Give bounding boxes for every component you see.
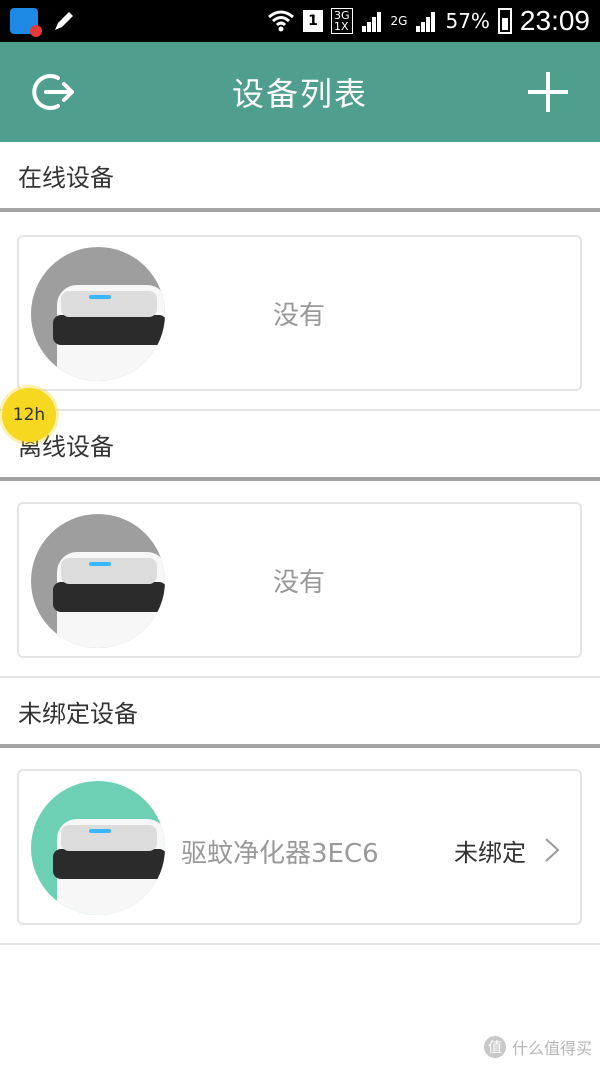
pen-icon — [55, 12, 73, 30]
page-title: 设备列表 — [231, 75, 368, 113]
add-device-button[interactable] — [524, 68, 572, 116]
clock: 23:09 — [519, 5, 590, 36]
section-header-online: 在线设备 — [0, 142, 600, 212]
app-notification-icon — [10, 8, 42, 37]
app-header: 设备列表 — [0, 42, 600, 142]
watermark: 值 什么值得买 — [483, 1035, 592, 1059]
purifier-image — [53, 552, 165, 648]
sim-slot-icon: 1 — [303, 10, 323, 32]
purifier-image — [53, 285, 165, 381]
status-bar: 1 3G 1X 2G 57% 23:09 — [0, 0, 600, 42]
purifier-image — [53, 819, 165, 915]
watermark-icon: 值 — [483, 1036, 506, 1058]
network-type-badge: 3G 1X — [331, 8, 353, 34]
section-title-online: 在线设备 — [18, 163, 114, 192]
floating-bubble-label: 12h — [12, 405, 46, 425]
signal-2g-icon — [416, 12, 436, 32]
logout-button[interactable] — [28, 70, 76, 114]
watermark-text: 什么值得买 — [511, 1039, 592, 1058]
device-avatar — [31, 781, 165, 915]
bind-status: 未绑定 — [454, 839, 526, 867]
section-header-offline: 离线设备 — [0, 411, 600, 481]
unbound-device-card[interactable]: 驱蚊净化器3EC6 未绑定 — [17, 769, 582, 925]
floating-timer-bubble[interactable]: 12h — [2, 388, 56, 442]
offline-device-card: 没有 — [17, 502, 582, 658]
section-title-unbound: 未绑定设备 — [18, 699, 138, 728]
network-type-bottom: 1X — [334, 20, 349, 33]
divider — [0, 943, 600, 945]
battery-percent: 57% — [445, 9, 490, 33]
device-avatar — [31, 514, 165, 648]
device-avatar — [31, 247, 165, 381]
section-header-unbound: 未绑定设备 — [0, 678, 600, 748]
online-device-card: 没有 — [17, 235, 582, 391]
device-name: 驱蚊净化器3EC6 — [181, 839, 379, 869]
network-2g-label: 2G — [390, 14, 408, 28]
wifi-icon — [268, 10, 294, 32]
empty-state-text: 没有 — [272, 568, 325, 598]
signal-icon — [361, 12, 381, 32]
empty-state-text: 没有 — [272, 301, 325, 331]
battery-icon — [497, 8, 512, 34]
chevron-right-icon — [545, 838, 560, 862]
